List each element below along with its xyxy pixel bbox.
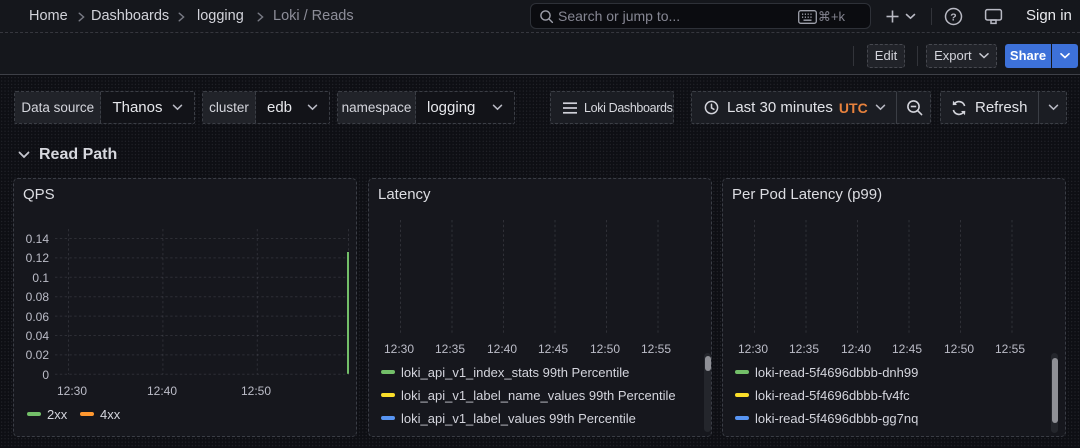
svg-text:?: ? [950, 11, 956, 23]
